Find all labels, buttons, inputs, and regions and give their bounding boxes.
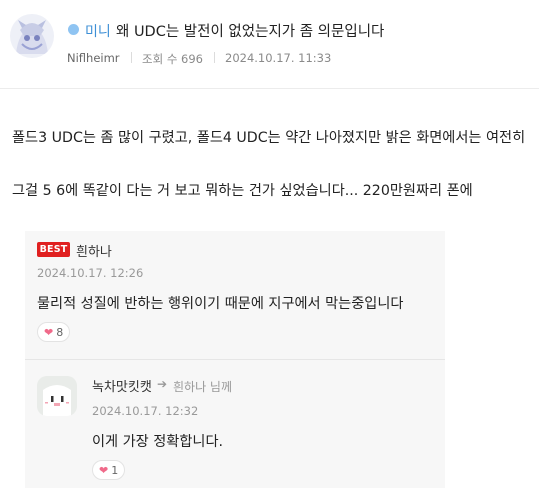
meta-divider [131,52,132,63]
post-title: 왜 UDC는 발전이 없었는지가 좀 의문입니다 [116,24,385,40]
reply-author[interactable]: 녹차맛킷캣 [92,376,152,395]
reply-text: 이게 가장 정확합니다. [92,434,224,450]
reply-target[interactable]: 흰하나 님께 [173,378,232,395]
category-dot [68,24,79,35]
author-name[interactable]: Niflheimr [67,51,120,65]
like-button[interactable]: ❤ 8 [37,322,71,342]
like-count: 1 [111,464,119,477]
heart-icon: ❤ [44,326,54,339]
heart-icon: ❤ [99,464,109,477]
meta-divider [214,52,215,63]
post-paragraph: 그걸 5 6에 똑같이 다는 거 보고 뭐하는 건가 싶었습니다... 220만… [12,183,473,199]
reply-date: 2024.10.17. 12:32 [92,404,199,418]
comment-section: BEST 흰하나 2024.10.17. 12:26 물리적 성질에 반하는 행… [25,231,445,488]
view-count: 조회 수 696 [142,52,204,66]
comment-date: 2024.10.17. 12:26 [37,266,144,280]
comment-author[interactable]: 흰하나 [76,241,112,260]
category-link[interactable]: 미니 [85,21,111,41]
post-header: 미니 왜 UDC는 발전이 없었는지가 좀 의문입니다 Niflheimr 조회… [0,0,539,89]
reply-arrow-icon: ➔ [157,377,168,391]
like-button[interactable]: ❤ 1 [92,460,126,480]
like-count: 8 [56,326,64,339]
author-avatar[interactable] [10,14,54,58]
reply-author-avatar[interactable] [37,376,77,416]
comment-divider [25,359,445,360]
post-paragraph: 폴드3 UDC는 좀 많이 구렸고, 폴드4 UDC는 약간 나아졌지만 밝은 … [12,130,526,146]
comment-text: 물리적 성질에 반하는 행위이기 때문에 지구에서 막는중입니다 [37,296,404,312]
best-badge: BEST [37,242,70,257]
post-date: 2024.10.17. 11:33 [225,51,332,65]
